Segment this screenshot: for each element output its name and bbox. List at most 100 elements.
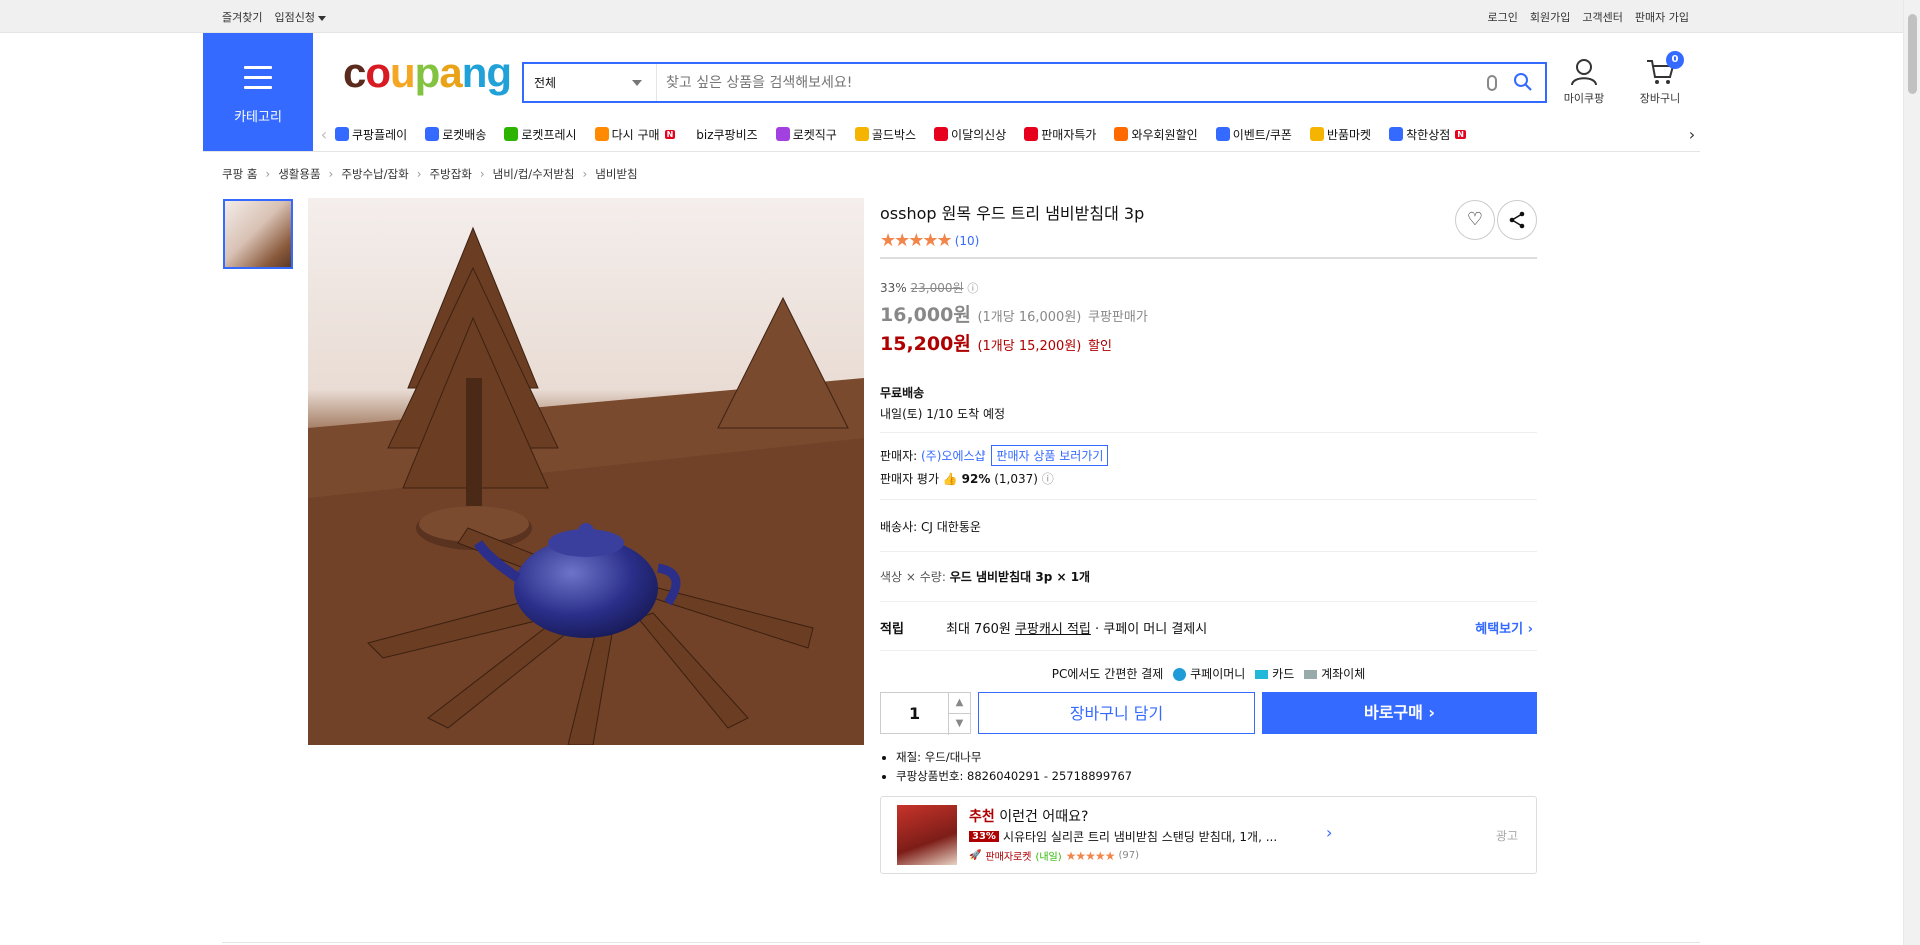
sale-price-unit: (1개당 15,200원): [977, 339, 1082, 354]
carrier-value: CJ 대한통운: [921, 520, 981, 534]
chevron-left-icon[interactable]: ‹: [313, 125, 335, 144]
breadcrumb-link[interactable]: 냄비받침: [595, 166, 637, 182]
signup-link[interactable]: 회원가입: [1530, 9, 1570, 25]
seller-apply-link[interactable]: 입점신청: [274, 9, 326, 25]
bookmark-link[interactable]: 즐겨찾기: [222, 9, 262, 25]
cart-button[interactable]: 0 장바구니: [1629, 51, 1691, 106]
coupang-logo[interactable]: coupang: [343, 49, 512, 97]
quick-nav-item[interactable]: biz쿠팡비즈: [693, 126, 757, 143]
breadcrumb-link[interactable]: 생활용품: [278, 166, 320, 182]
shipping-title: 무료배송: [880, 386, 925, 400]
quick-nav-label: 착한상점: [1406, 127, 1451, 142]
decrement-icon[interactable]: ▼: [948, 714, 970, 735]
info-icon[interactable]: ⓘ: [1042, 472, 1054, 486]
quick-nav-item[interactable]: 반품마켓: [1309, 126, 1372, 143]
quick-nav-icon: [335, 127, 349, 141]
quick-nav-item[interactable]: 쿠팡플레이: [335, 126, 407, 143]
recommendation-title: 이런건 어때요?: [999, 809, 1089, 825]
scrollbar[interactable]: [1903, 0, 1920, 945]
microphone-icon[interactable]: [1487, 75, 1497, 91]
product-title: osshop 원목 우드 트리 냄비받침대 3p: [880, 204, 1145, 223]
quick-nav-item[interactable]: 로켓배송: [425, 126, 486, 143]
price-unit: (1개당 16,000원): [977, 310, 1082, 325]
seller-name-link[interactable]: (주)오에스샵: [921, 449, 986, 463]
share-icon[interactable]: [1497, 200, 1537, 240]
benefit-button[interactable]: 혜택보기 ›: [1475, 618, 1533, 637]
points-amount: 최대 760원: [946, 622, 1011, 637]
cart-label: 장바구니: [1639, 92, 1681, 105]
chevron-right-icon[interactable]: ›: [1681, 125, 1703, 144]
quantity-stepper[interactable]: 1 ▲ ▼: [880, 692, 972, 735]
bank-transfer: 계좌이체: [1304, 665, 1365, 682]
quick-nav-item[interactable]: 로켓직구: [775, 126, 837, 143]
logo-letter: c: [343, 49, 366, 96]
increment-icon[interactable]: ▲: [948, 693, 971, 714]
chevron-right-icon[interactable]: ›: [1326, 823, 1332, 842]
category-button[interactable]: 카테고리: [203, 33, 313, 151]
breadcrumb-link[interactable]: 쿠팡 홈: [222, 166, 257, 182]
quick-nav-item[interactable]: 판매자특가: [1024, 126, 1096, 143]
recommended-product-name[interactable]: 시유타임 실리콘 트리 냄비받침 스탠딩 받침대, 1개, ...: [1003, 828, 1277, 845]
arrival-date: 내일(토) 1/10 도착 예정: [880, 407, 1006, 421]
quick-nav-item[interactable]: 착한상점 N: [1389, 126, 1466, 143]
seller-rating-label: 판매자 평가: [880, 472, 940, 486]
login-link[interactable]: 로그인: [1488, 9, 1518, 25]
quick-nav-icon: [1024, 127, 1039, 141]
buy-now-button[interactable]: 바로구매 ›: [1262, 692, 1537, 734]
scrollbar-thumb[interactable]: [1908, 14, 1917, 94]
wishlist-heart-icon[interactable]: ♡: [1455, 200, 1495, 240]
option-row: 색상 × 수량: 우드 냄비받침대 3p × 1개: [880, 568, 1537, 585]
seller-signup-link[interactable]: 판매자 가입: [1635, 9, 1689, 25]
caret-down-icon: [317, 15, 326, 21]
quick-nav-item[interactable]: 다시 구매 N: [594, 126, 676, 143]
breadcrumb-link[interactable]: 주방잡화: [430, 166, 472, 182]
search-scope-select[interactable]: 전체: [524, 64, 657, 101]
search-bar: 전체: [522, 62, 1547, 103]
user-icon: [1571, 59, 1597, 86]
purchase-actions: 1 ▲ ▼ 장바구니 담기 바로구매 ›: [880, 692, 1537, 735]
quick-nav-item[interactable]: 이벤트/쿠폰: [1215, 126, 1292, 143]
points-label: 적립: [880, 622, 904, 637]
mycoupang-button[interactable]: 마이쿠팡: [1553, 57, 1615, 106]
product-thumbnail[interactable]: [223, 199, 293, 269]
search-icon[interactable]: [1513, 72, 1533, 92]
breadcrumb-link[interactable]: 냄비/컵/수저받침: [493, 166, 575, 182]
quick-nav-item[interactable]: 이달의신상: [934, 126, 1006, 143]
recommendation-ad[interactable]: 추천 이런건 어때요? 33% 시유타임 실리콘 트리 냄비받침 스탠딩 받침대…: [880, 796, 1537, 874]
quick-nav-icon: [1389, 127, 1404, 141]
search-input[interactable]: [666, 70, 1456, 96]
quick-nav-item[interactable]: 로켓프레시: [504, 126, 577, 143]
breadcrumb-separator-icon: ›: [328, 167, 334, 181]
rocket-icon: 🚀: [969, 850, 982, 861]
logo-letter: p: [414, 49, 441, 96]
seller-products-button[interactable]: 판매자 상품 보러가기: [991, 445, 1109, 466]
coupang-cash-link[interactable]: 쿠팡캐시 적립: [1015, 622, 1091, 637]
seller-apply-label[interactable]: 입점신청: [274, 11, 314, 24]
divider: [880, 601, 1537, 602]
carrier-row: 배송사: CJ 대한통운: [880, 518, 1537, 535]
product-main-image: [308, 198, 864, 745]
quick-nav-item[interactable]: 와우회원할인: [1114, 126, 1198, 143]
card-pay: 카드: [1255, 665, 1294, 682]
breadcrumb-separator-icon: ›: [265, 167, 271, 181]
breadcrumb-link[interactable]: 주방수납/잡화: [341, 166, 408, 182]
new-badge: N: [1455, 129, 1466, 139]
dropdown-arrow-icon: [632, 80, 642, 86]
header: 카테고리 coupang 전체 마이쿠팡 0 장바구니 ‹ 쿠팡플레이 로켓배송 로…: [203, 33, 1700, 151]
customer-center-link[interactable]: 고객센터: [1582, 9, 1622, 25]
recommended-product-image[interactable]: [897, 805, 957, 865]
add-to-cart-button[interactable]: 장바구니 담기: [978, 692, 1256, 734]
option-label: 색상 × 수량:: [880, 570, 946, 584]
quick-nav-icon: [504, 127, 519, 141]
breadcrumb: 쿠팡 홈 › 생활용품 › 주방수납/잡화 › 주방잡화 › 냄비/컵/수저받침 › 냄비받침: [222, 166, 638, 182]
recommended-product-row[interactable]: 33% 시유타임 실리콘 트리 냄비받침 스탠딩 받침대, 1개, ...: [969, 828, 1277, 845]
quick-nav-item[interactable]: 골드박스: [854, 126, 916, 143]
quick-nav-label: 다시 구매: [611, 127, 660, 142]
quantity-value[interactable]: 1: [909, 704, 920, 723]
info-icon[interactable]: ⓘ: [967, 282, 978, 295]
sale-price-value: 15,200원: [880, 333, 971, 355]
logo-letter: g: [486, 49, 512, 96]
quick-nav-label: 반품마켓: [1326, 127, 1372, 142]
divider: [880, 650, 1537, 651]
pay-method-label: 계좌이체: [1321, 667, 1366, 681]
